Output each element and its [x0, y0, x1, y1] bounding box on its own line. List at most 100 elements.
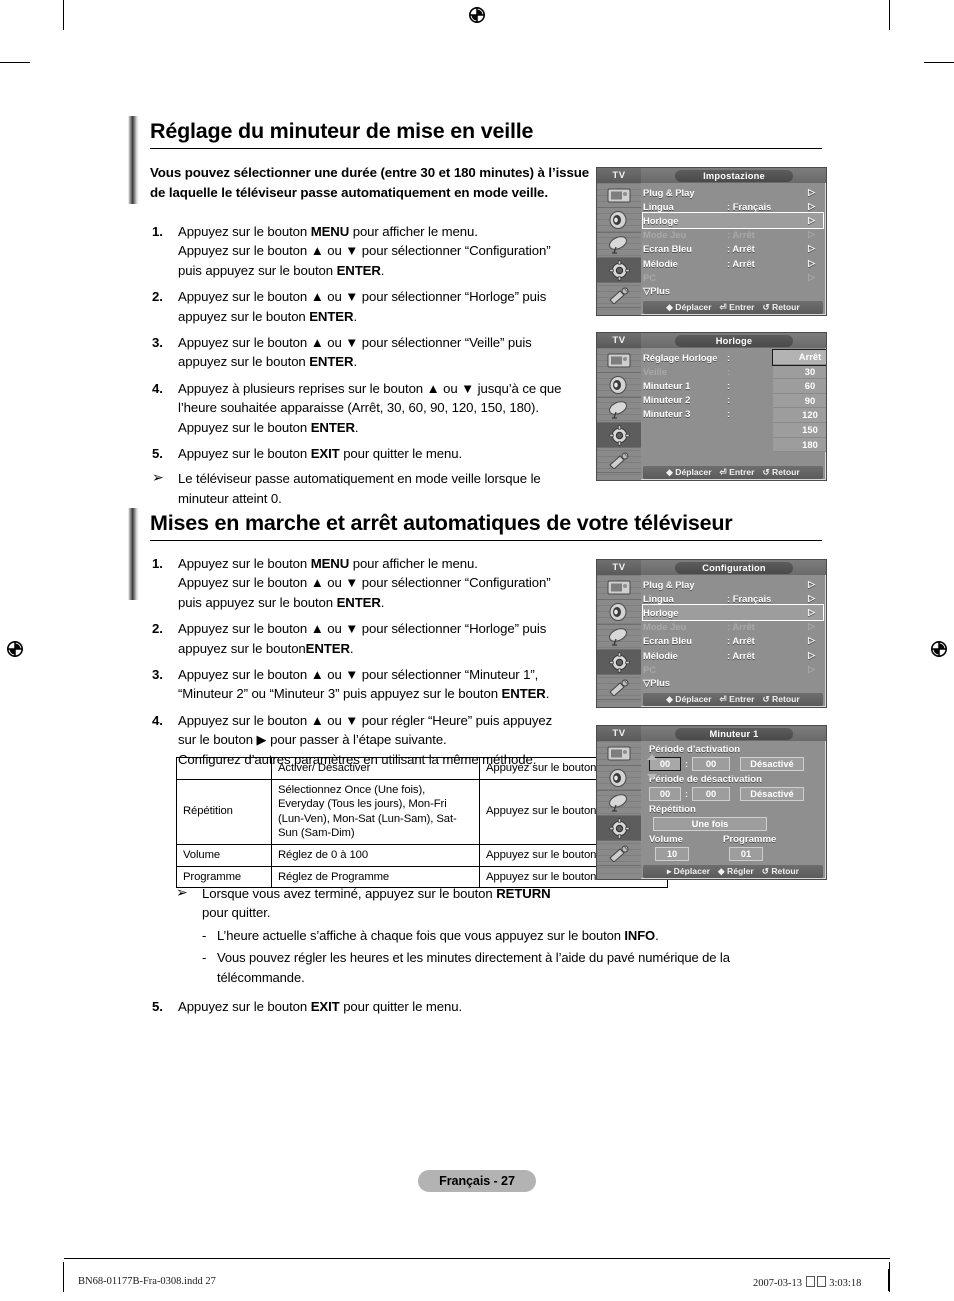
chevron-right-icon: ▷: [808, 229, 815, 240]
picture-icon[interactable]: [597, 183, 641, 208]
sleep-timer-option-selected[interactable]: Arrêt: [772, 349, 826, 366]
repeat-header: Répétition: [649, 804, 696, 815]
osd-hint-return: ↺ Retour: [761, 866, 800, 876]
sleep-timer-option[interactable]: 30: [773, 364, 826, 380]
osd-menu-item[interactable]: Plug & Play ▷: [643, 577, 823, 591]
note-dash-text: Vous pouvez régler les heures et les min…: [217, 950, 730, 985]
step-line: puis appuyez sur le bouton ENTER.: [178, 262, 385, 278]
crop-mark-top-right-h: [924, 62, 954, 64]
osd-menu-item[interactable]: Mode Jeu: Arrêt ▷: [643, 620, 823, 634]
print-filename: BN68-01177B-Fra-0308.indd 27: [78, 1276, 216, 1287]
osd-menu-item-selected[interactable]: Horloge ▷: [642, 604, 824, 621]
channel-dish-icon[interactable]: [597, 233, 641, 258]
off-time-minute-field[interactable]: 00: [692, 787, 730, 801]
list-item: 1. Appuyez sur le bouton MENU pour affic…: [152, 554, 600, 612]
osd-menu-item-more[interactable]: ▽Plus: [643, 284, 823, 298]
osd-item-label: Horloge: [643, 214, 679, 226]
table-cell-desc: Sélectionnez Once (Une fois), Everyday (…: [271, 778, 480, 845]
program-value-field[interactable]: 01: [729, 847, 763, 861]
osd-hint-enter: ⏎ Entrer: [719, 467, 755, 477]
osd-item-label: Minuteur 1: [643, 379, 691, 391]
sleep-timer-option[interactable]: 90: [773, 393, 826, 409]
input-tools-icon[interactable]: [597, 841, 641, 866]
step-line: sur le bouton ▶ pour passer à l’étape su…: [178, 732, 447, 748]
channel-dish-icon[interactable]: [597, 791, 641, 816]
channel-dish-icon[interactable]: [597, 398, 641, 423]
sound-icon[interactable]: [597, 600, 641, 625]
osd-menu-item-selected[interactable]: Horloge ▷: [642, 212, 824, 229]
off-time-row: 00 : 00 Désactivé: [649, 787, 823, 801]
stepper-down-icon[interactable]: [647, 774, 657, 780]
manual-page: Réglage du minuteur de mise en veille Vo…: [0, 0, 954, 1301]
step-number: 3.: [152, 335, 163, 351]
step-text: Appuyez sur le bouton MENU pour afficher…: [178, 554, 600, 612]
section-2-title: Mises en marche et arrêt automatiques de…: [150, 511, 733, 535]
on-time-minute-field[interactable]: 00: [692, 757, 730, 771]
sound-icon[interactable]: [597, 373, 641, 398]
note-bullet: ➢ Lorsque vous avez terminé, appuyez sur…: [176, 884, 816, 923]
section-2-heading-bar: [128, 508, 139, 600]
input-tools-icon[interactable]: [597, 448, 641, 473]
osd-item-label: Mode Jeu: [643, 621, 687, 633]
sleep-timer-option[interactable]: 120: [773, 408, 826, 423]
osd-menu-item[interactable]: Mode Jeu: Arrêt ▷: [643, 228, 823, 242]
sleep-timer-option[interactable]: 150: [773, 422, 826, 438]
sleep-timer-option[interactable]: 60: [773, 379, 826, 394]
repeat-value-field[interactable]: Une fois: [653, 817, 767, 831]
osd-hint-move: ▸ Déplacer: [666, 866, 710, 876]
chevron-right-icon: ▷: [808, 635, 815, 646]
setup-gear-icon[interactable]: [597, 423, 641, 448]
osd-item-value: : Arrêt: [727, 257, 755, 269]
on-time-state-field[interactable]: Désactivé: [740, 757, 804, 771]
osd-clock-body: Réglage Horloge: Veille: Minuteur 1: Min…: [643, 349, 826, 464]
osd-menu-item[interactable]: PC ▷: [643, 270, 823, 284]
osd-hint-return: ↺ Retour: [762, 302, 800, 312]
chevron-right-icon: ▷: [808, 663, 815, 674]
channel-dish-icon[interactable]: [597, 625, 641, 650]
osd-menu-item-more[interactable]: ▽Plus: [643, 676, 823, 690]
osd-item-label: Ecran Bleu: [643, 635, 692, 647]
sound-icon[interactable]: [597, 766, 641, 791]
value-stepper[interactable]: [647, 754, 657, 780]
osd-menu-item[interactable]: Plug & Play ▷: [643, 185, 823, 199]
setup-gear-icon[interactable]: [597, 650, 641, 675]
osd-menu-item[interactable]: Ecran Bleu: Arrêt ▷: [643, 634, 823, 648]
step-line: Appuyez sur le bouton MENU pour afficher…: [178, 556, 478, 571]
osd-menu-item[interactable]: PC ▷: [643, 662, 823, 676]
repeat-row: Une fois: [649, 817, 823, 831]
step-line: appuyez sur le bouton ENTER.: [178, 308, 358, 324]
sleep-timer-option[interactable]: 180: [773, 437, 826, 453]
note-line: Lorsque vous avez terminé, appuyez sur l…: [202, 886, 551, 901]
setup-gear-icon[interactable]: [597, 258, 641, 283]
osd-footer-hints: ▸ Déplacer ◆ Régler ↺ Retour: [643, 865, 823, 878]
input-tools-icon[interactable]: [597, 675, 641, 700]
picture-icon[interactable]: [597, 575, 641, 600]
osd-menu-item[interactable]: Mélodie: Arrêt ▷: [643, 648, 823, 662]
chevron-right-icon: ▷: [808, 257, 815, 268]
osd-menu-item[interactable]: Ecran Bleu: Arrêt ▷: [643, 242, 823, 256]
osd-item-label: ▽Plus: [643, 677, 671, 689]
osd-menu-item[interactable]: Lingua: Français ▷: [643, 199, 823, 213]
section-1-steps: 1. Appuyez sur le bouton MENU pour affic…: [152, 222, 600, 508]
setup-gear-icon[interactable]: [597, 816, 641, 841]
dash-icon: -: [202, 927, 207, 943]
step-line: Appuyez sur le bouton ▲ ou ▼ pour sélect…: [178, 575, 551, 591]
picture-icon[interactable]: [597, 741, 641, 766]
input-tools-icon[interactable]: [597, 283, 641, 308]
osd-menu-item[interactable]: Mélodie: Arrêt ▷: [643, 256, 823, 270]
chevron-right-icon: ▷: [808, 578, 815, 589]
picture-icon[interactable]: [597, 348, 641, 373]
osd-panel-impostazione: TV Impostazione Plug & Play ▷ Lingua: Fra…: [596, 167, 827, 316]
osd-item-label: Minuteur 3: [643, 408, 691, 420]
off-time-state-field[interactable]: Désactivé: [740, 787, 804, 801]
volume-value-field[interactable]: 10: [655, 847, 689, 861]
osd-item-colon: :: [727, 379, 731, 391]
osd-menu-list: Plug & Play ▷ Lingua: Français ▷ Horloge ▷ …: [642, 577, 824, 691]
off-time-hour-field[interactable]: 00: [649, 787, 681, 801]
osd-tv-label: TV: [597, 168, 641, 183]
step-text: Appuyez à plusieurs reprises sur le bout…: [178, 379, 600, 437]
osd-title: Configuration: [675, 561, 793, 574]
osd-menu-item[interactable]: Lingua: Français ▷: [643, 591, 823, 605]
sound-icon[interactable]: [597, 208, 641, 233]
step-line: “Minuteur 2” ou “Minuteur 3” puis appuye…: [178, 686, 550, 702]
